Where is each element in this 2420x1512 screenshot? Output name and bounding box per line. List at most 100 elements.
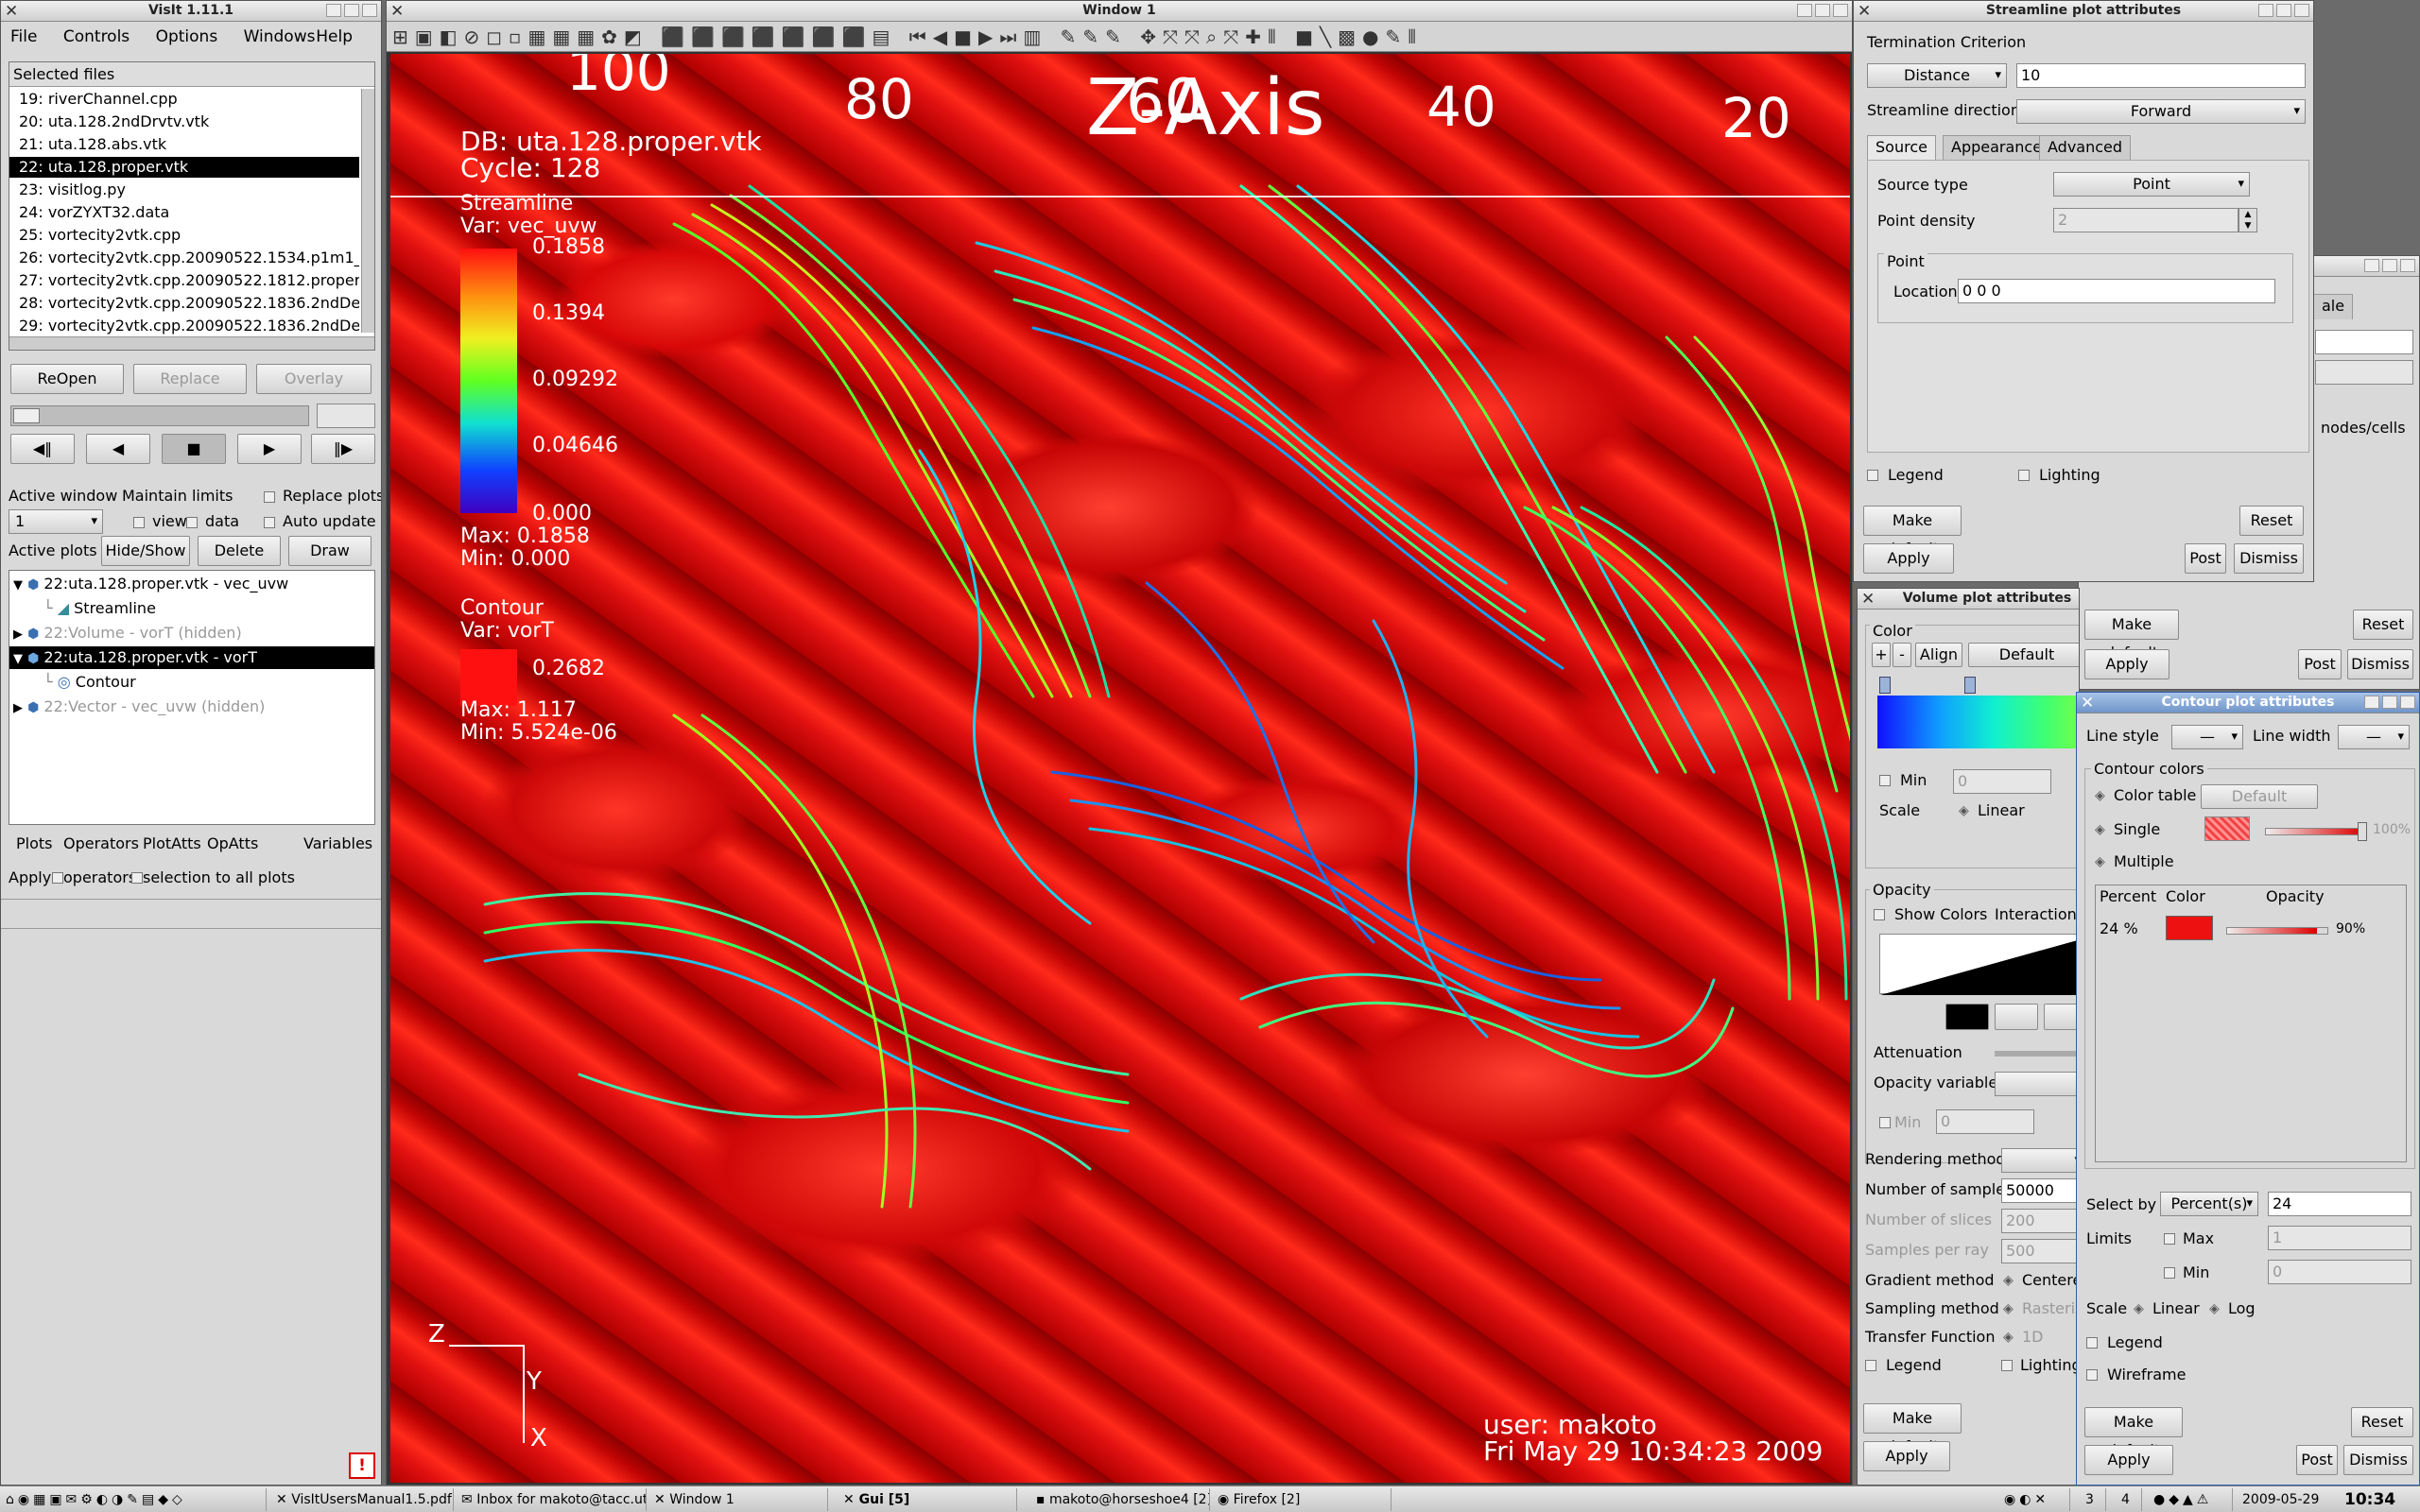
background-field-disabled[interactable]: [2315, 360, 2413, 385]
taskbar-task-active[interactable]: ✕ Gui [5]: [838, 1488, 1017, 1511]
maximize-icon[interactable]: [2382, 696, 2397, 709]
file-list-item[interactable]: 28: vortecity2vtk.cpp.20090522.1836.2ndD…: [9, 293, 359, 314]
maximize-icon[interactable]: [1815, 4, 1830, 17]
window-close-icon[interactable]: [2294, 4, 2309, 17]
active-window-combo[interactable]: 1: [9, 509, 103, 534]
minimize-icon[interactable]: [2364, 696, 2379, 709]
point-density-spinner[interactable]: ▲ ▼: [2238, 208, 2257, 232]
ramp-flat-button[interactable]: [1945, 1004, 1989, 1030]
step-back-button[interactable]: ◀‖: [10, 434, 75, 464]
taskbar-task[interactable]: ▪ makoto@horseshoe4 [2]: [1030, 1488, 1210, 1511]
operator-row[interactable]: └ ◎ Contour: [43, 671, 136, 694]
overlay-button[interactable]: Overlay: [256, 364, 372, 394]
file-list-item[interactable]: 27: vortecity2vtk.cpp.20090522.1812.prop…: [9, 270, 359, 291]
active-plots-tree[interactable]: ▼ ⬢ 22:uta.128.proper.vtk - vec_uvw └ ◢ …: [9, 570, 375, 825]
opacity-variable-combo[interactable]: [1995, 1072, 2079, 1096]
line-width-combo[interactable]: —: [2338, 725, 2410, 749]
menu-file[interactable]: File: [10, 27, 37, 46]
menu-help[interactable]: Help: [316, 27, 353, 46]
gradient-radio[interactable]: ◈: [2003, 1273, 2014, 1288]
min-checkbox[interactable]: [2164, 1267, 2175, 1279]
sampling-radio[interactable]: ◈: [2003, 1301, 2014, 1316]
plot-row-hidden[interactable]: ▶ ⬢ 22:Volume - vorT (hidden): [9, 622, 374, 644]
dismiss-button[interactable]: Dismiss: [2347, 649, 2413, 679]
tab-source[interactable]: Source: [1867, 135, 1936, 161]
window-close-icon[interactable]: [1833, 4, 1848, 17]
make-default-button[interactable]: Make default: [1863, 506, 1962, 558]
max-field[interactable]: 1: [2268, 1226, 2411, 1250]
close-icon[interactable]: ✕: [2081, 694, 2094, 713]
stop-button[interactable]: ■: [162, 434, 226, 464]
default-colortable-button[interactable]: Default: [2201, 784, 2318, 809]
collapse-arrow-icon[interactable]: ▶: [13, 701, 23, 715]
render-area[interactable]: 100 80 60 Z-Axis 40 20 DB: uta.128.prope…: [390, 54, 1850, 1483]
direction-combo[interactable]: Forward: [2016, 99, 2306, 124]
single-opacity-handle[interactable]: [2358, 822, 2367, 841]
plot-row-hidden[interactable]: ▶ ⬢ 22:Vector - vec_uvw (hidden): [9, 696, 374, 718]
taskbar-launchers[interactable]: ⌂◉▦▣✉⚙◐◑✎▤◆◇: [0, 1488, 267, 1511]
contour-panel-titlebar[interactable]: ✕ Contour plot attributes: [2077, 693, 2419, 713]
termination-value-field[interactable]: 10: [2016, 63, 2306, 88]
volume-min-field[interactable]: 0: [1953, 769, 2051, 794]
num-slices-field[interactable]: 200: [2001, 1209, 2079, 1233]
linear-radio[interactable]: ◈: [1959, 803, 1969, 818]
make-default-button[interactable]: Make default: [2084, 610, 2179, 662]
close-icon[interactable]: ✕: [5, 2, 18, 22]
desktop-3[interactable]: 3: [2074, 1488, 2106, 1511]
volume-min-checkbox[interactable]: [1879, 775, 1891, 786]
reset-button[interactable]: Reset: [2239, 506, 2304, 536]
file-list-vscrollbar[interactable]: [361, 89, 374, 333]
line-style-combo[interactable]: —: [2171, 725, 2243, 749]
wireframe-checkbox[interactable]: [2086, 1369, 2098, 1381]
plot-row-selected[interactable]: ▼ ⬢ 22:uta.128.proper.vtk - vorT: [9, 646, 374, 669]
background-field[interactable]: [2315, 330, 2413, 354]
output-panel[interactable]: [1, 899, 381, 929]
file-list-item[interactable]: 19: riverChannel.cpp: [9, 89, 359, 110]
tab-advanced[interactable]: Advanced: [2039, 135, 2132, 161]
volume-legend-checkbox[interactable]: [1865, 1360, 1876, 1371]
opacity-min-field[interactable]: 0: [1936, 1109, 2034, 1134]
view-checkbox[interactable]: [133, 517, 145, 528]
menu-windows[interactable]: Windows: [244, 27, 316, 46]
window-close-icon[interactable]: [362, 4, 377, 17]
minimize-icon[interactable]: [2258, 4, 2273, 17]
menu-controls[interactable]: Controls: [63, 27, 130, 46]
file-list-item[interactable]: 25: vortecity2vtk.cpp: [9, 225, 359, 246]
file-list-hscrollbar[interactable]: [9, 336, 374, 350]
select-by-combo[interactable]: Percent(s): [2160, 1192, 2258, 1216]
time-state-field[interactable]: [317, 404, 375, 428]
legend-checkbox[interactable]: [1867, 470, 1878, 481]
levels-table[interactable]: Percent Color Opacity 24 % 90%: [2095, 885, 2407, 1162]
rendering-method-combo[interactable]: [2001, 1148, 2079, 1173]
opacity-min-checkbox[interactable]: [1879, 1117, 1891, 1128]
opacity-ramp[interactable]: [1879, 934, 2079, 995]
operator-row[interactable]: └ ◢ Streamline: [43, 597, 156, 620]
file-list[interactable]: 19: riverChannel.cpp 20: uta.128.2ndDrvt…: [9, 89, 359, 335]
level-opacity-slider[interactable]: [2226, 927, 2328, 935]
streamline-panel-titlebar[interactable]: ✕ Streamline plot attributes: [1854, 1, 2313, 22]
level-color-swatch[interactable]: [2166, 916, 2213, 940]
close-icon[interactable]: ✕: [1858, 2, 1871, 22]
taskbar-task[interactable]: ◉ Firefox [2]: [1212, 1488, 1392, 1511]
file-list-item[interactable]: 26: vortecity2vtk.cpp.20090522.1534.p1m1…: [9, 248, 359, 268]
play-button[interactable]: ▶: [237, 434, 302, 464]
min-field[interactable]: 0: [2268, 1260, 2411, 1284]
minimize-icon[interactable]: [326, 4, 341, 17]
single-radio[interactable]: ◈: [2095, 822, 2105, 837]
collapse-arrow-icon[interactable]: ▶: [13, 627, 23, 642]
play-reverse-button[interactable]: ◀: [86, 434, 150, 464]
file-list-item-selected[interactable]: 22: uta.128.proper.vtk: [9, 157, 359, 178]
menu-plotatts[interactable]: PlotAtts: [143, 834, 201, 852]
window-close-icon[interactable]: [2400, 259, 2415, 272]
plot-row[interactable]: ▼ ⬢ 22:uta.128.proper.vtk - vec_uvw: [9, 573, 374, 595]
tab-appearance[interactable]: Appearance: [1943, 135, 2051, 161]
taskbar-task[interactable]: ✕ Window 1: [648, 1488, 828, 1511]
auto-update-checkbox[interactable]: [264, 517, 275, 528]
expand-arrow-icon[interactable]: ▼: [13, 652, 23, 666]
tray-icons[interactable]: ◉◐✕: [1998, 1488, 2070, 1511]
apply-button[interactable]: Apply: [1863, 543, 1954, 574]
log-radio[interactable]: ◈: [2209, 1301, 2220, 1316]
main-window-titlebar[interactable]: ✕ VisIt 1.11.1: [1, 1, 381, 22]
menu-options[interactable]: Options: [156, 27, 218, 46]
transfer-radio[interactable]: ◈: [2003, 1330, 2014, 1345]
